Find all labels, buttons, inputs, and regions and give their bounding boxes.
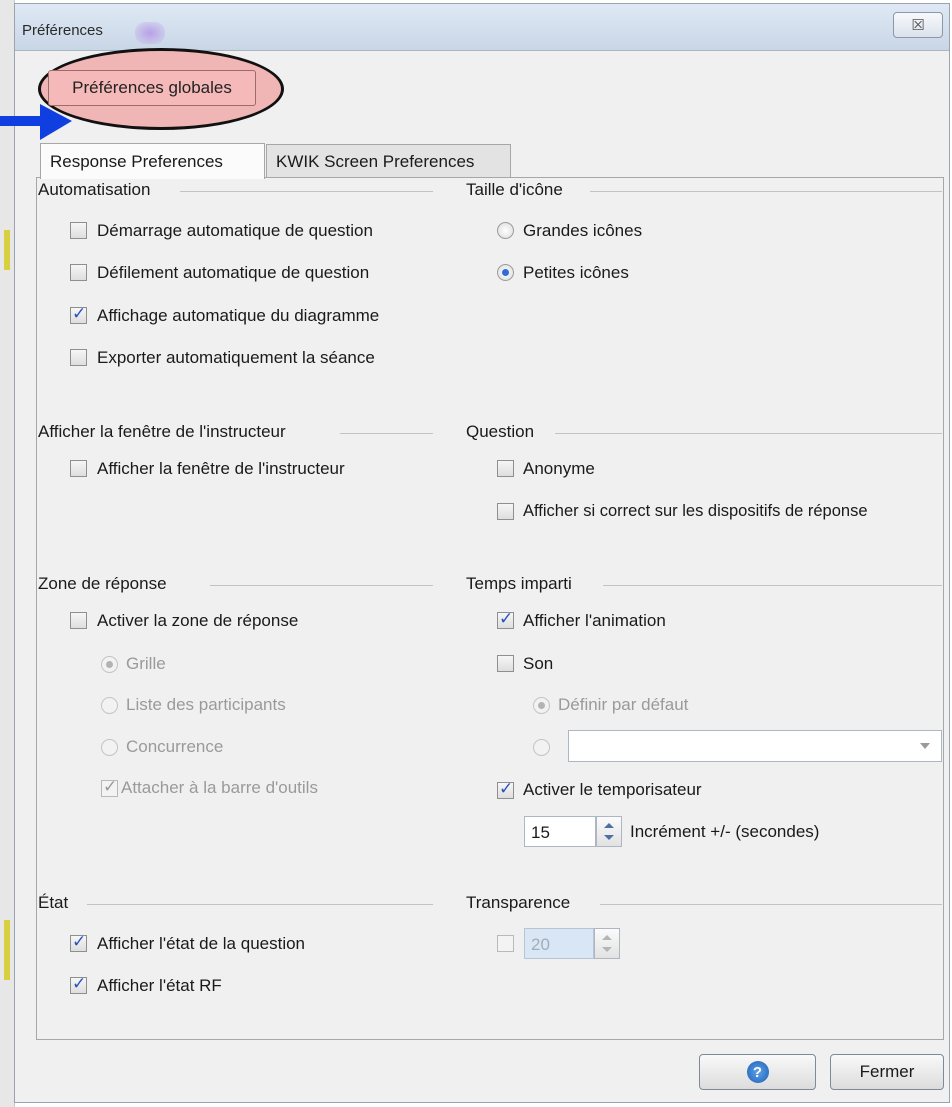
checkbox-attach-toolbar[interactable] [101,777,118,797]
stepper-up-icon[interactable] [602,935,612,940]
radio-large-icons[interactable] [497,222,514,239]
group-title-etat: État [38,893,77,913]
group-separator [603,585,942,586]
checkbox-auto-export[interactable] [70,349,87,366]
transparency-stepper[interactable] [594,928,620,959]
group-title-question: Question [466,422,543,442]
checkbox-sound[interactable] [497,655,514,672]
checkbox-label: Afficher la fenêtre de l'instructeur [97,459,345,478]
help-button[interactable]: ? [699,1054,816,1090]
group-separator [340,433,433,434]
radio-label: Définir par défaut [558,695,689,714]
checkbox-label: Son [523,654,554,673]
checkbox-auto-scroll[interactable] [70,264,87,281]
radio-label: Grandes icônes [523,221,643,240]
transparency-input[interactable]: 20 [524,928,594,959]
checkbox-label: Attacher à la barre d'outils [121,778,318,797]
background-mark [4,230,10,270]
transparency-value: 20 [531,935,550,954]
radio-competition[interactable] [101,739,118,756]
checkbox-auto-start[interactable] [70,222,87,239]
sound-select[interactable] [568,730,942,762]
checkbox-show-correct[interactable] [497,503,514,520]
increment-input[interactable]: 15 [524,816,596,847]
checkbox-show-animation[interactable] [497,609,514,629]
radio-label: Grille [126,654,166,673]
window-close-button[interactable]: ☒ [893,12,943,38]
group-title-transparence: Transparence [466,893,579,913]
checkbox-label: Activer la zone de réponse [97,611,299,630]
checkbox-label: Démarrage automatique de question [97,221,373,240]
checkbox-label: Activer le temporisateur [523,780,702,799]
tab-response-preferences[interactable]: Response Preferences [40,143,265,179]
checkbox-anonymous[interactable] [497,460,514,477]
checkbox-label: Afficher l'état de la question [97,934,306,953]
radio-label: Petites icônes [523,263,629,282]
group-separator [87,904,433,905]
close-button[interactable]: Fermer [830,1054,944,1090]
checkbox-auto-chart[interactable] [70,304,87,324]
close-icon: ☒ [911,17,925,34]
checkbox-show-rf-state[interactable] [70,974,87,994]
window-title: Préférences [22,22,103,39]
chevron-down-icon[interactable] [920,743,930,749]
checkbox-label: Afficher l'état RF [97,976,222,995]
background-app-strip [0,0,15,1107]
checkbox-label: Défilement automatique de question [97,263,370,282]
group-separator [590,191,942,192]
group-title-automatisation: Automatisation [38,180,159,200]
checkbox-label: Afficher si correct sur les dispositifs … [523,502,868,520]
background-mark [4,920,10,980]
title-decoration [135,22,165,44]
checkbox-transparency[interactable] [497,935,514,952]
increment-label: Incrément +/- (secondes) [630,822,820,841]
group-title-temps-imparti: Temps imparti [466,574,580,594]
stepper-down-icon[interactable] [602,947,612,952]
increment-stepper[interactable] [596,816,622,847]
checkbox-enable-timer[interactable] [497,779,514,799]
tab-kwik-screen-preferences[interactable]: KWIK Screen Preferences [266,144,511,178]
radio-label: Concurrence [126,737,224,756]
radio-small-icons[interactable] [497,264,514,281]
checkbox-show-question-state[interactable] [70,932,87,952]
radio-participant-list[interactable] [101,697,118,714]
checkbox-show-instructor-window[interactable] [70,460,87,477]
radio-custom-sound[interactable] [533,739,550,756]
checkbox-enable-response-zone[interactable] [70,612,87,629]
help-icon: ? [746,1061,769,1083]
radio-grid[interactable] [101,656,118,673]
group-title-taille-icone: Taille d'icône [466,180,571,200]
checkbox-label: Exporter automatiquement la séance [97,348,375,367]
group-separator [600,904,942,905]
group-separator [555,433,942,434]
increment-value: 15 [531,823,550,842]
checkbox-label: Afficher l'animation [523,611,666,630]
stepper-up-icon[interactable] [604,823,614,828]
group-title-instructeur: Afficher la fenêtre de l'instructeur [38,422,294,442]
group-title-zone-reponse: Zone de réponse [38,574,175,594]
group-separator [180,191,433,192]
checkbox-label: Affichage automatique du diagramme [97,306,380,325]
radio-label: Liste des participants [126,695,286,714]
stepper-down-icon[interactable] [604,835,614,840]
radio-default-sound[interactable] [533,697,550,714]
group-separator [210,585,433,586]
checkbox-label: Anonyme [523,459,595,478]
